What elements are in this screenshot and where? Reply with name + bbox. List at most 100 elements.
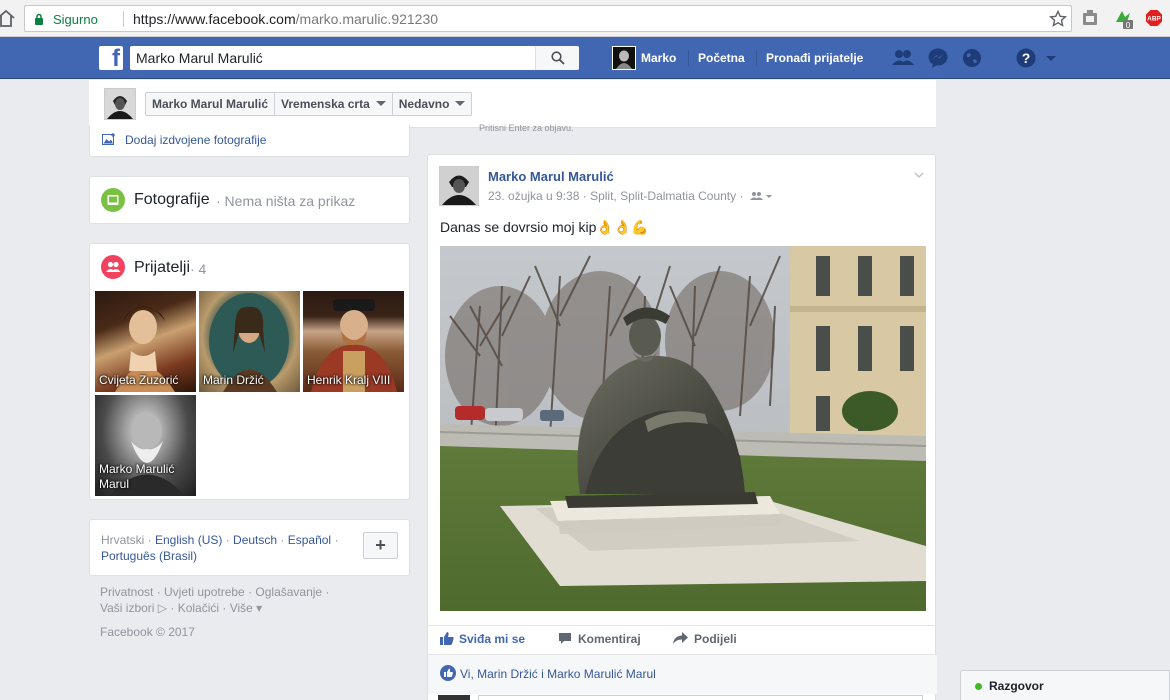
search-input[interactable] [130, 46, 535, 70]
language-spanish[interactable]: Español [288, 533, 331, 547]
friend-name: Marko Marulić Marul [99, 462, 175, 491]
friends-icon [101, 255, 125, 279]
help-icon[interactable]: ? [1014, 46, 1040, 70]
like-reaction-icon [440, 665, 456, 681]
secure-label: Sigurno [53, 12, 98, 27]
friend-requests-icon[interactable] [890, 46, 916, 70]
comment-icon [559, 633, 571, 644]
like-button[interactable]: Sviđa mi se [440, 632, 525, 646]
bookmark-star-icon[interactable] [1048, 9, 1068, 28]
tab-profile-name[interactable]: Marko Marul Marulić [146, 93, 276, 115]
tab-timeline[interactable]: Vremenska crta [275, 93, 393, 115]
chevron-down-icon [455, 101, 466, 106]
comment-input-edge[interactable] [478, 695, 923, 700]
tab-recent[interactable]: Nedavno [393, 93, 472, 115]
comment-button[interactable]: Komentiraj [558, 632, 641, 646]
url-divider [123, 11, 124, 27]
thumbs-up-icon [440, 632, 454, 645]
search-icon [551, 51, 565, 65]
messenger-icon[interactable] [925, 46, 951, 70]
languages-card: Hrvatski · English (US) · Deutsch · Espa… [89, 519, 410, 576]
post-options-chevron-icon[interactable] [914, 169, 924, 179]
photos-empty-text: · Nema ništa za prikaz [216, 193, 356, 209]
timeline-avatar[interactable] [104, 88, 136, 120]
extension-puzzle-icon[interactable] [1081, 9, 1099, 27]
photos-title[interactable]: Fotografije [134, 191, 210, 209]
browser-toolbar: Sigurno https://www.facebook.com/marko.m… [0, 0, 1170, 37]
nav-profile-name[interactable]: Marko [641, 51, 676, 65]
search-button[interactable] [535, 46, 579, 70]
post-photo[interactable] [440, 246, 926, 611]
nav-divider [756, 50, 757, 66]
url-host: https://www.facebook.com [133, 11, 296, 27]
nav-find-friends[interactable]: Pronađi prijatelje [766, 51, 863, 65]
add-photo-icon [102, 133, 116, 145]
post-actions: Sviđa mi se Komentiraj Podijeli [428, 625, 937, 653]
friend-name: Marin Držić [203, 373, 264, 387]
tab-recent-label: Nedavno [398, 97, 450, 111]
add-featured-photos-link[interactable]: Dodaj izdvojene fotografije [125, 133, 266, 147]
svg-text:?: ? [1022, 50, 1031, 66]
language-portuguese[interactable]: Português (Brasil) [101, 549, 197, 563]
featured-photos-card: Dodaj izdvojene fotografije [89, 125, 410, 157]
online-status-dot [975, 683, 982, 690]
url-path: /marko.marulic.921230 [295, 11, 439, 27]
likes-names[interactable]: Vi, Marin Držić i Marko Marulić Marul [460, 667, 656, 681]
timeline-tabs: Marko Marul Marulić Vremenska crta Nedav… [145, 92, 473, 116]
likes-summary: Vi, Marin Držić i Marko Marulić Marul [428, 654, 937, 694]
friends-count: · 4 [190, 261, 207, 277]
home-icon[interactable] [0, 8, 15, 28]
adblock-label: ABP [1147, 16, 1161, 23]
friends-card: Prijatelji · 4 Cvijeta Zuzorić Marin Drž… [89, 243, 410, 500]
post-timestamp-location[interactable]: 23. ožujka u 9:38 · Split, Split-Dalmati… [488, 189, 743, 203]
share-icon [673, 632, 688, 644]
friend-name: Cvijeta Zuzorić [99, 373, 179, 387]
share-button[interactable]: Podijeli [673, 632, 737, 646]
tab-timeline-label: Vremenska crta [281, 97, 370, 111]
address-bar[interactable]: Sigurno https://www.facebook.com/marko.m… [24, 5, 1072, 32]
footer-links[interactable]: Privatnost · Uvjeti upotrebe · Oglašavan… [100, 584, 340, 616]
language-english[interactable]: English (US) [155, 533, 222, 547]
comment-label: Komentiraj [578, 632, 641, 646]
chat-label: Razgovor [989, 679, 1044, 693]
extension-green-icon[interactable]: 0 [1113, 8, 1135, 30]
language-german[interactable]: Deutsch [233, 533, 277, 547]
copyright: Facebook © 2017 [100, 625, 195, 639]
nav-divider [688, 50, 689, 66]
timeline-sticky-header: Marko Marul Marulić Vremenska crta Nedav… [89, 80, 936, 133]
language-current: Hrvatski · [101, 533, 155, 547]
chat-tab[interactable]: Razgovor [960, 670, 1170, 700]
post-meta: 23. ožujka u 9:38 · Split, Split-Dalmati… [488, 189, 772, 203]
extension-badge: 0 [1126, 21, 1131, 30]
statue-photo [440, 246, 926, 611]
profile-avatar[interactable] [612, 46, 636, 70]
chevron-down-icon [375, 101, 386, 106]
language-list: Hrvatski · English (US) · Deutsch · Espa… [101, 533, 339, 563]
friend-tile[interactable]: Marko Marulić Marul [95, 395, 196, 496]
friend-name: Henrik Kralj VIII [307, 373, 391, 387]
share-label: Podijeli [694, 632, 737, 646]
nav-home[interactable]: Početna [698, 51, 745, 65]
url-text[interactable]: https://www.facebook.com/marko.marulic.9… [133, 11, 438, 27]
post-author-name[interactable]: Marko Marul Marulić [488, 169, 614, 184]
friend-tile[interactable]: Marin Držić [199, 291, 300, 392]
timeline-post: Marko Marul Marulić 23. ožujka u 9:38 · … [427, 154, 937, 700]
adblock-icon[interactable]: ABP [1145, 9, 1163, 27]
comment-composer-edge [438, 693, 928, 700]
tab-profile-name-label: Marko Marul Marulić [152, 97, 269, 111]
friend-tile[interactable]: Henrik Kralj VIII [303, 291, 404, 392]
audience-friends-icon[interactable] [749, 191, 772, 201]
facebook-logo[interactable]: f [99, 45, 123, 72]
account-menu-chevron-icon[interactable] [1044, 46, 1070, 70]
comment-avatar [438, 695, 470, 700]
like-label: Sviđa mi se [459, 632, 526, 646]
facebook-top-bar: f Marko Početna Pronađi prijatelje ? [0, 37, 1170, 79]
lock-icon [34, 13, 44, 25]
friend-tile[interactable]: Cvijeta Zuzorić [95, 291, 196, 392]
photos-card: Fotografije · Nema ništa za prikaz [89, 176, 410, 224]
post-author-avatar[interactable] [439, 166, 479, 206]
friends-title[interactable]: Prijatelji [134, 259, 190, 277]
add-language-button[interactable]: + [363, 532, 398, 559]
search-box [130, 46, 579, 70]
notifications-globe-icon[interactable] [959, 46, 985, 70]
